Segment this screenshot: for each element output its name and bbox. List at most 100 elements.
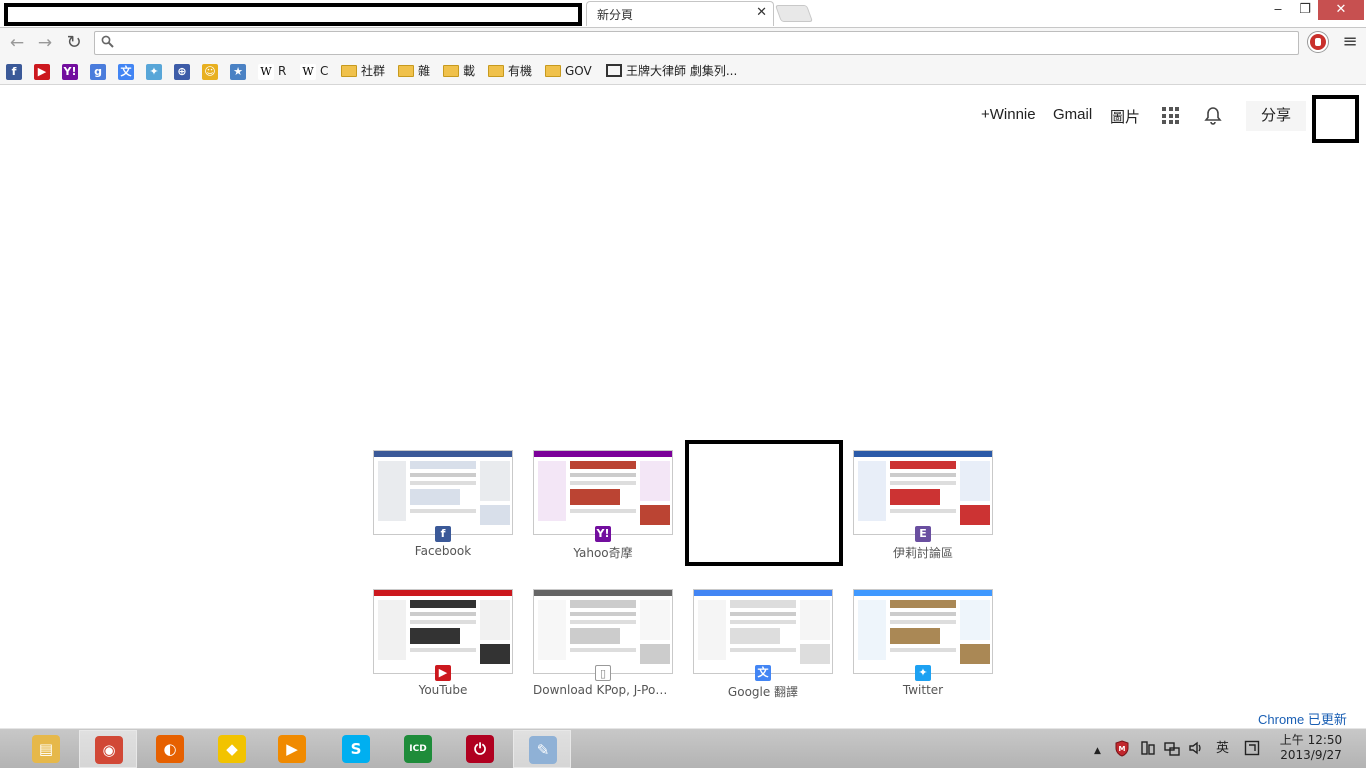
thumbnail-block	[960, 644, 990, 664]
thumbnail-block	[378, 600, 406, 660]
taskbar-app[interactable]: ▤	[17, 730, 75, 768]
bookmark-item[interactable]: ☺	[202, 62, 218, 80]
bookmark-item[interactable]: ✦	[146, 62, 162, 80]
bookmark-item[interactable]: 載	[443, 62, 475, 80]
tab-title: 新分頁	[597, 8, 634, 22]
thumbnail-block	[410, 612, 476, 616]
most-visited-tile[interactable]: f Facebook	[373, 450, 513, 560]
bookmark-item[interactable]: ▶	[34, 62, 50, 80]
most-visited-tile[interactable]: ✦ Twitter	[853, 589, 993, 699]
tile-favicon-icon: f	[435, 526, 451, 542]
bookmark-item[interactable]: 文	[118, 62, 134, 80]
avatar[interactable]	[1312, 95, 1359, 143]
back-icon[interactable]: ←	[6, 32, 28, 54]
tile-redacted[interactable]	[685, 440, 843, 566]
ime-mode-icon[interactable]	[1244, 740, 1260, 761]
images-link[interactable]: 圖片	[1110, 106, 1140, 127]
thumbnail-block	[890, 620, 956, 624]
paint-icon: ✎	[529, 736, 557, 764]
tile-thumbnail	[853, 589, 993, 674]
notifications-bell-icon[interactable]	[1203, 106, 1223, 126]
file-explorer-icon: ▤	[32, 735, 60, 763]
taskbar-app[interactable]: ◐	[141, 730, 199, 768]
thumbnail-block	[570, 612, 636, 616]
bookmark-item[interactable]: ⊕	[174, 62, 190, 80]
tab-redacted[interactable]	[4, 3, 582, 26]
search-icon	[101, 35, 114, 52]
yahoo-icon: Y!	[62, 63, 78, 80]
thumbnail-block	[640, 461, 670, 501]
taskbar-app[interactable]: ⏻	[451, 730, 509, 768]
taskbar-app[interactable]: ◉	[79, 730, 137, 768]
thumbnail-block	[570, 628, 620, 644]
thumbnail-block	[570, 600, 636, 608]
volume-icon[interactable]	[1188, 740, 1204, 761]
apps-grid-icon[interactable]	[1162, 107, 1179, 124]
taskbar-clock[interactable]: 上午 12:50 2013/9/27	[1276, 733, 1346, 763]
thumbnail-block	[890, 648, 956, 652]
minimize-icon[interactable]: ‒	[1264, 0, 1292, 20]
close-icon[interactable]: ✕	[1318, 0, 1364, 20]
stop-extension-icon[interactable]	[1308, 32, 1328, 52]
thumbnail-block	[730, 612, 796, 616]
action-center-icon[interactable]	[1140, 740, 1156, 761]
tile-title: Twitter	[902, 683, 944, 697]
kakao-icon: ◆	[218, 735, 246, 763]
thumbnail-block	[730, 600, 796, 608]
taskbar-app[interactable]: ✎	[513, 730, 571, 768]
omnibox[interactable]	[94, 31, 1299, 55]
tile-favicon-icon: ▶	[435, 665, 451, 681]
thumbnail-block	[854, 451, 992, 457]
bookmark-item[interactable]: GOV	[545, 62, 592, 80]
network-icon[interactable]	[1164, 740, 1180, 761]
most-visited-tile[interactable]: E 伊莉討論區	[853, 450, 993, 560]
most-visited-tile[interactable]: Y! Yahoo奇摩	[533, 450, 673, 560]
thumbnail-block	[410, 473, 476, 477]
thumbnail-block	[570, 648, 636, 652]
tile-thumbnail	[373, 450, 513, 535]
forward-icon[interactable]: →	[34, 32, 56, 54]
media-player-icon: ▶	[278, 735, 306, 763]
omnibox-input[interactable]	[119, 34, 1289, 52]
google-plus-user-link[interactable]: +Winnie	[981, 106, 1036, 123]
bookmark-item[interactable]: ★	[230, 62, 246, 80]
ime-indicator[interactable]: 英	[1216, 741, 1229, 757]
facebook-icon: f	[6, 63, 22, 80]
bookmark-item[interactable]: 王牌大律師 劇集列...	[606, 62, 737, 80]
tray-expand-icon[interactable]: ▲	[1094, 743, 1101, 759]
most-visited-tile[interactable]: ▶ YouTube	[373, 589, 513, 699]
taskbar-app[interactable]: ICD	[389, 730, 447, 768]
tab-close-icon[interactable]: ✕	[756, 5, 767, 20]
restore-icon[interactable]: ❐	[1292, 0, 1318, 20]
reload-icon[interactable]: ↻	[63, 32, 85, 54]
most-visited-tile[interactable]: ▯ Download KPop, J-Pop...	[533, 589, 673, 699]
bookmark-item[interactable]: f	[6, 62, 22, 80]
security-tray-icon[interactable]: M	[1114, 740, 1130, 762]
wikipedia-icon: W	[258, 63, 274, 80]
chrome-updated-link[interactable]: Chrome 已更新	[1258, 709, 1347, 728]
gmail-link[interactable]: Gmail	[1053, 106, 1092, 123]
bookmark-item[interactable]: 社群	[341, 62, 385, 80]
thumbnail-block	[890, 612, 956, 616]
taskbar-app[interactable]: ▶	[263, 730, 321, 768]
taskbar-app[interactable]: S	[327, 730, 385, 768]
share-button[interactable]: 分享	[1246, 101, 1306, 131]
menu-icon[interactable]: ≡	[1340, 32, 1360, 52]
thumbnail-block	[960, 600, 990, 640]
bookmark-item[interactable]: WC	[300, 62, 328, 80]
thumbnail-block	[410, 481, 476, 485]
bookmark-item[interactable]: g	[90, 62, 106, 80]
tab-new-tab[interactable]: 新分頁 ✕	[586, 1, 774, 26]
bookmark-item[interactable]: WR	[258, 62, 286, 80]
new-tab-button[interactable]	[774, 5, 814, 22]
thumbnail-block	[858, 600, 886, 660]
tab-strip: 新分頁 ✕ ‒ ❐ ✕	[0, 0, 1366, 27]
firefox-icon: ◐	[156, 735, 184, 763]
taskbar-app[interactable]: ◆	[203, 730, 261, 768]
thumbnail-block	[480, 461, 510, 501]
most-visited-tile[interactable]: 文 Google 翻譯	[693, 589, 833, 699]
thumbnail-block	[570, 620, 636, 624]
bookmark-item[interactable]: 有機	[488, 62, 532, 80]
bookmark-item[interactable]: 雜	[398, 62, 430, 80]
bookmark-item[interactable]: Y!	[62, 62, 78, 80]
